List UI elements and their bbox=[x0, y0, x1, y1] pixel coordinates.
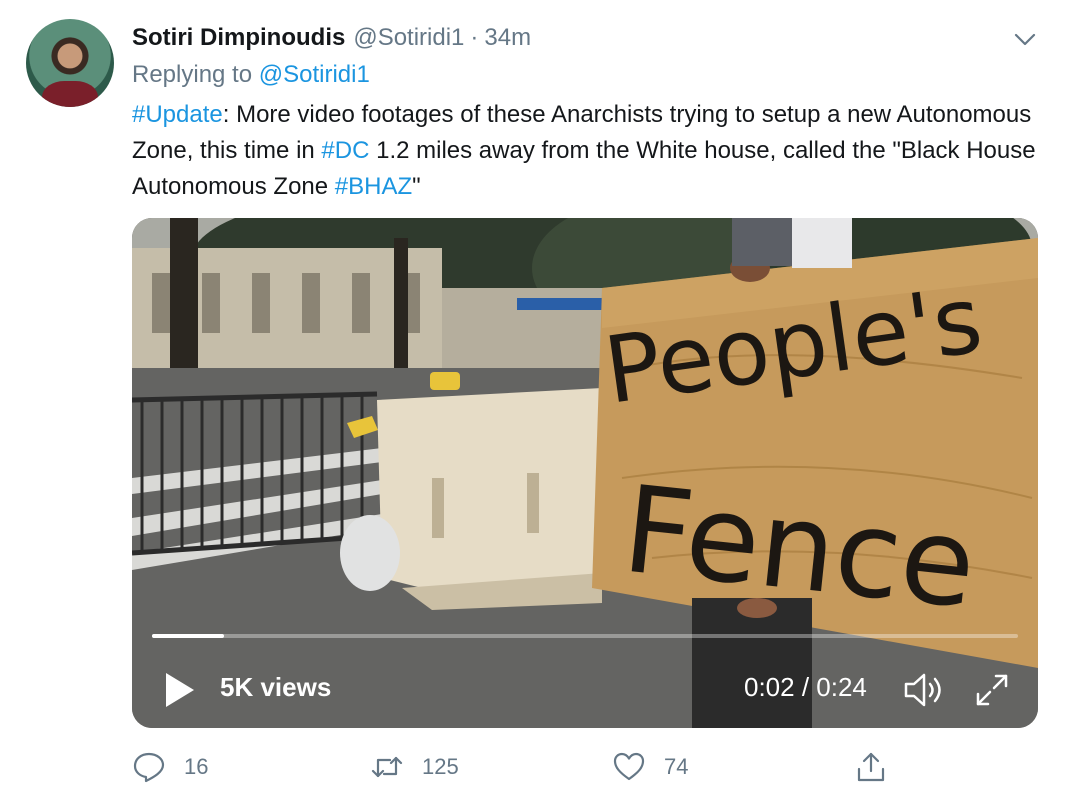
chevron-down-icon[interactable] bbox=[1012, 26, 1038, 52]
progress-fill bbox=[152, 634, 224, 638]
author-name[interactable]: Sotiri Dimpinoudis bbox=[132, 24, 345, 52]
views-count: 5K views bbox=[220, 672, 332, 702]
video-player[interactable]: People's Fence 5K views 0:02 / 0:24 bbox=[132, 218, 1038, 728]
progress-bar[interactable] bbox=[152, 634, 1018, 638]
sign-text-line1: People's bbox=[598, 266, 988, 425]
avatar-shirt bbox=[42, 81, 98, 107]
video-timecode: 0:02 / 0:24 bbox=[744, 672, 867, 702]
replying-to: Replying to @Sotiridi1 bbox=[132, 61, 370, 89]
retweet-count: 125 bbox=[422, 754, 459, 779]
sign-lettering: People's Fence bbox=[598, 266, 988, 636]
replying-handle-link[interactable]: @Sotiridi1 bbox=[259, 61, 370, 88]
share-icon bbox=[857, 752, 885, 782]
video-controls: 5K views 0:02 / 0:24 bbox=[132, 658, 1038, 718]
retweet-button[interactable]: 125 bbox=[370, 744, 459, 790]
tweet-text-part3: " bbox=[412, 173, 421, 200]
like-count: 74 bbox=[664, 754, 689, 779]
tweet-timestamp[interactable]: 34m bbox=[484, 24, 531, 52]
like-icon bbox=[613, 752, 645, 781]
author-avatar[interactable] bbox=[26, 19, 114, 107]
volume-icon[interactable] bbox=[902, 670, 946, 710]
hashtag-dc-link[interactable]: #DC bbox=[321, 137, 369, 164]
tweet-text: #Update: More video footages of these An… bbox=[132, 97, 1042, 205]
share-button[interactable] bbox=[854, 744, 888, 790]
tweet-actions: 16 125 74 bbox=[132, 744, 1032, 790]
author-handle[interactable]: @Sotiridi1 bbox=[353, 24, 464, 52]
expand-icon[interactable] bbox=[972, 670, 1012, 710]
hashtag-update-link[interactable]: #Update bbox=[132, 101, 223, 128]
hashtag-bhaz-link[interactable]: #BHAZ bbox=[335, 173, 412, 200]
retweet-icon bbox=[371, 756, 403, 778]
reply-icon bbox=[133, 752, 165, 783]
replying-prefix: Replying to bbox=[132, 61, 253, 88]
header-separator: · bbox=[470, 24, 479, 51]
reply-count: 16 bbox=[184, 754, 209, 779]
tweet-header: Sotiri Dimpinoudis @Sotiridi1 · 34m bbox=[132, 22, 531, 54]
reply-button[interactable]: 16 bbox=[132, 744, 208, 790]
play-icon[interactable] bbox=[162, 670, 198, 710]
sign-text-line2: Fence bbox=[617, 461, 982, 636]
like-button[interactable]: 74 bbox=[612, 744, 688, 790]
